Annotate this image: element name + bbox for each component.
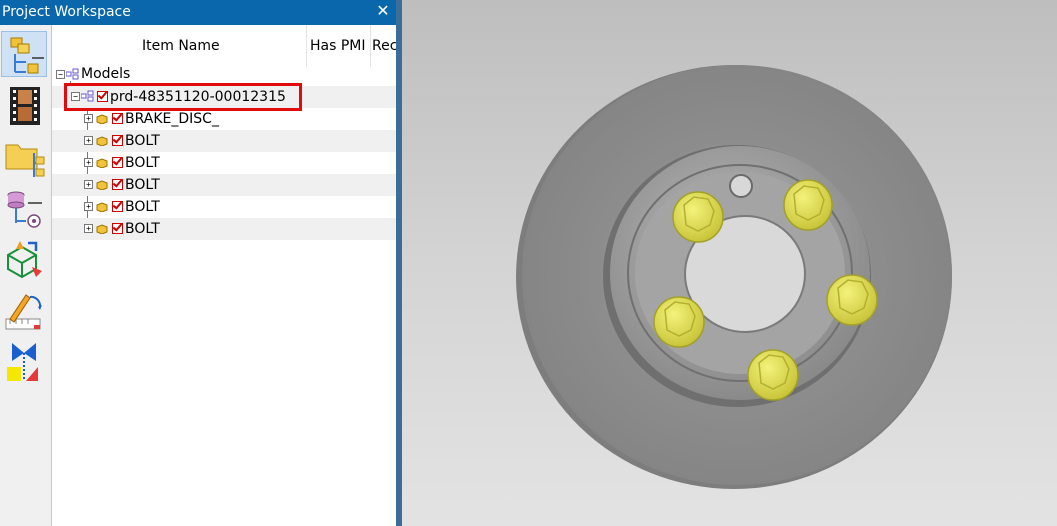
folder-tree-button[interactable] <box>2 135 46 179</box>
tree-label: BRAKE_DISC_ <box>125 111 219 127</box>
column-separator[interactable] <box>306 25 307 67</box>
model-tree: Item Name Has PMI Rec − Models − prd-483… <box>52 25 396 526</box>
part-icon <box>96 114 108 124</box>
assembly-tree-button[interactable] <box>1 31 47 77</box>
tree-label: BOLT <box>125 155 160 171</box>
3d-viewport[interactable] <box>402 0 1057 526</box>
expand-icon[interactable]: + <box>84 136 93 145</box>
tree-row-part[interactable]: + BOLT <box>52 196 396 218</box>
edit-measure-icon <box>5 294 42 330</box>
bolt-head <box>653 296 705 348</box>
database-tree-button[interactable] <box>2 185 46 229</box>
visibility-checkbox[interactable] <box>112 223 123 234</box>
part-icon <box>96 202 108 212</box>
column-header-rec[interactable]: Rec <box>372 38 396 54</box>
tree-label: BOLT <box>125 221 160 237</box>
tree-label: BOLT <box>125 177 160 193</box>
part-icon <box>96 158 108 168</box>
database-tree-icon <box>7 191 42 228</box>
expand-icon[interactable]: + <box>84 224 93 233</box>
tree-row-part[interactable]: + BOLT <box>52 152 396 174</box>
3d-box-transform-icon <box>7 241 42 279</box>
tree-header: Item Name Has PMI Rec <box>52 25 396 67</box>
locating-hole <box>729 174 753 198</box>
tree-row-part[interactable]: + BRAKE_DISC_ <box>52 108 396 130</box>
tree-row-part[interactable]: + BOLT <box>52 218 396 240</box>
panel-titlebar: Project Workspace ✕ <box>0 0 398 25</box>
tree-label: BOLT <box>125 133 160 149</box>
part-icon <box>96 136 108 146</box>
bolt-head <box>672 191 724 243</box>
column-separator[interactable] <box>370 25 371 67</box>
column-header-item-name[interactable]: Item Name <box>142 38 220 54</box>
expand-icon[interactable]: + <box>84 202 93 211</box>
tree-label: Models <box>81 66 131 82</box>
part-icon <box>96 224 108 234</box>
tree-label: BOLT <box>125 199 160 215</box>
project-workspace-panel: Project Workspace ✕ Item Name Has PMI Re… <box>0 0 398 526</box>
expand-icon[interactable]: + <box>84 158 93 167</box>
visibility-checkbox[interactable] <box>112 113 123 124</box>
bolt-head <box>747 349 799 401</box>
tree-row-part[interactable]: + BOLT <box>52 174 396 196</box>
animation-button[interactable] <box>2 83 46 127</box>
side-toolbar <box>0 25 52 526</box>
bolt-head <box>826 274 878 326</box>
section-cut-icon <box>7 343 38 381</box>
section-cut-button[interactable] <box>2 339 46 383</box>
folder-tree-icon <box>5 144 45 177</box>
visibility-checkbox[interactable] <box>112 179 123 190</box>
film-strip-icon <box>10 87 40 125</box>
visibility-checkbox[interactable] <box>112 135 123 146</box>
visibility-checkbox[interactable] <box>112 157 123 168</box>
tree-row-part[interactable]: + BOLT <box>52 130 396 152</box>
column-header-has-pmi[interactable]: Has PMI <box>310 38 366 54</box>
bolt-head <box>783 179 833 231</box>
brake-disc-model <box>516 65 952 489</box>
transform-button[interactable] <box>2 237 46 281</box>
collapse-icon[interactable]: − <box>56 70 65 79</box>
assembly-tree-icon <box>10 37 44 74</box>
expand-icon[interactable]: + <box>84 114 93 123</box>
part-icon <box>96 180 108 190</box>
panel-title: Project Workspace <box>2 4 131 20</box>
edit-measure-button[interactable] <box>2 289 46 333</box>
selection-highlight-box <box>64 83 302 111</box>
expand-icon[interactable]: + <box>84 180 93 189</box>
visibility-checkbox[interactable] <box>112 201 123 212</box>
close-icon[interactable]: ✕ <box>374 2 392 22</box>
